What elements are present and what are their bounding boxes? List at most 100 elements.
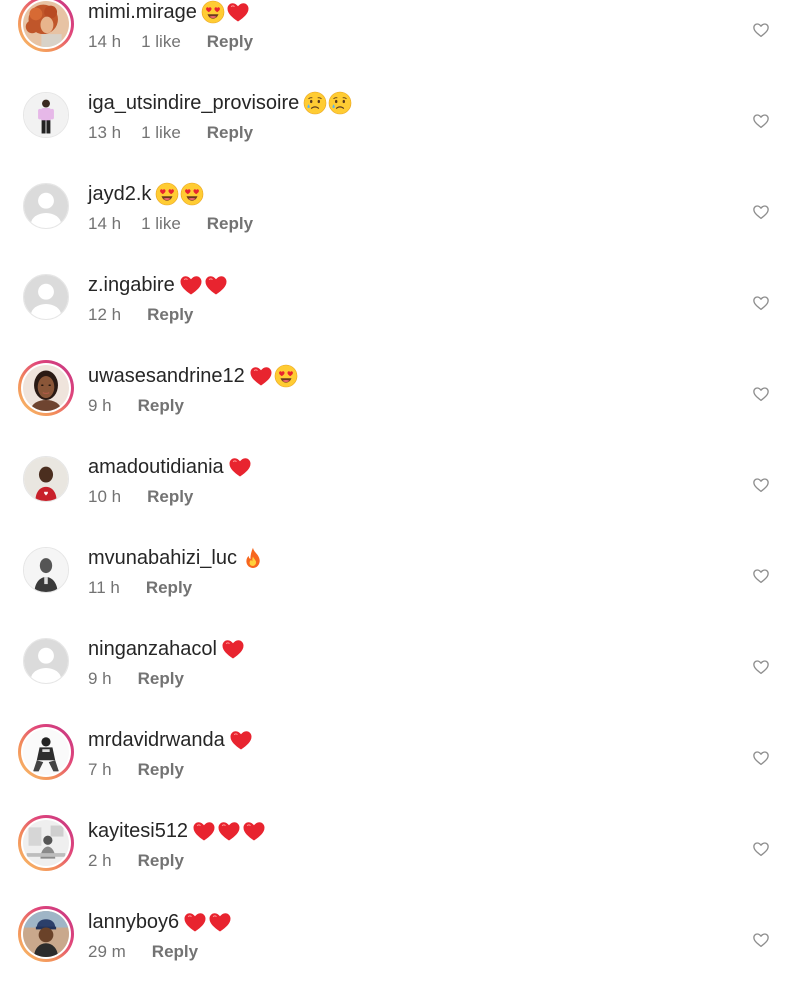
heart-outline-icon[interactable] xyxy=(752,931,772,951)
red-heart-icon xyxy=(249,364,273,388)
reply-button[interactable]: Reply xyxy=(146,578,192,598)
reply-button[interactable]: Reply xyxy=(138,669,184,689)
red-heart-icon xyxy=(192,819,216,843)
reply-button[interactable]: Reply xyxy=(207,32,253,52)
comment-row: ninganzahacol 9 h Reply xyxy=(0,620,800,711)
comment-row: ♥ amadoutidiania 10 h Reply xyxy=(0,438,800,529)
red-heart-icon xyxy=(228,455,252,479)
comment-text xyxy=(182,910,232,934)
reply-button[interactable]: Reply xyxy=(207,214,253,234)
comment-text xyxy=(178,273,228,297)
red-heart-icon xyxy=(208,910,232,934)
comment-username[interactable]: mrdavidrwanda xyxy=(88,728,225,752)
red-heart-icon xyxy=(221,637,245,661)
avatar[interactable]: ♥ xyxy=(18,451,74,507)
red-heart-icon xyxy=(242,819,266,843)
avatar[interactable] xyxy=(18,724,74,780)
heart-eyes-icon xyxy=(155,182,179,206)
comment-timestamp[interactable]: 29 m xyxy=(88,942,126,962)
heart-outline-icon[interactable] xyxy=(752,567,772,587)
comment-username[interactable]: iga_utsindire_provisoire xyxy=(88,91,299,115)
comment-timestamp[interactable]: 14 h xyxy=(88,214,121,234)
comment-text xyxy=(191,819,266,843)
comment-username[interactable]: mvunabahizi_luc xyxy=(88,546,237,570)
comment-timestamp[interactable]: 12 h xyxy=(88,305,121,325)
avatar[interactable] xyxy=(18,906,74,962)
comment-username[interactable]: z.ingabire xyxy=(88,273,175,297)
comment-timestamp[interactable]: 9 h xyxy=(88,669,112,689)
avatar[interactable] xyxy=(18,0,74,52)
red-heart-icon xyxy=(204,273,228,297)
avatar[interactable] xyxy=(18,542,74,598)
comment-timestamp[interactable]: 2 h xyxy=(88,851,112,871)
sad-tear-icon xyxy=(303,91,327,115)
avatar[interactable] xyxy=(18,360,74,416)
comment-timestamp[interactable]: 11 h xyxy=(88,578,120,598)
comment-timestamp[interactable]: 14 h xyxy=(88,32,121,52)
fire-icon xyxy=(241,546,265,570)
reply-button[interactable]: Reply xyxy=(138,396,184,416)
red-heart-icon xyxy=(179,273,203,297)
comment-row: iga_utsindire_provisoire 13 h 1 like Reply xyxy=(0,74,800,165)
heart-outline-icon[interactable] xyxy=(752,21,772,41)
avatar[interactable] xyxy=(18,87,74,143)
comment-text xyxy=(200,0,250,24)
comment-username[interactable]: amadoutidiania xyxy=(88,455,224,479)
comment-username[interactable]: ninganzahacol xyxy=(88,637,217,661)
comment-username[interactable]: uwasesandrine12 xyxy=(88,364,245,388)
comment-text xyxy=(248,364,298,388)
comment-text xyxy=(228,728,253,752)
red-heart-icon xyxy=(226,0,250,24)
comment-like-count[interactable]: 1 like xyxy=(141,214,181,234)
heart-outline-icon[interactable] xyxy=(752,203,772,223)
comment-username[interactable]: jayd2.k xyxy=(88,182,151,206)
comment-text xyxy=(227,455,252,479)
comment-list: mimi.mirage 14 h1 like Reply iga_utsindire_… xyxy=(0,0,800,980)
svg-text:♥: ♥ xyxy=(44,492,49,498)
comment-row: mvunabahizi_luc 11 h Reply xyxy=(0,529,800,620)
red-heart-icon xyxy=(229,728,253,752)
comment-username[interactable]: kayitesi512 xyxy=(88,819,188,843)
avatar[interactable] xyxy=(18,633,74,689)
comment-row: z.ingabire 12 h Reply xyxy=(0,256,800,347)
sad-tear-icon xyxy=(328,91,352,115)
comment-row: uwasesandrine12 9 h Reply xyxy=(0,347,800,438)
red-heart-icon xyxy=(183,910,207,934)
comment-username[interactable]: lannyboy6 xyxy=(88,910,179,934)
comment-text xyxy=(240,546,265,570)
comment-text xyxy=(302,91,352,115)
heart-outline-icon[interactable] xyxy=(752,294,772,314)
comment-row: jayd2.k 14 h 1 like Reply xyxy=(0,165,800,256)
comment-timestamp[interactable]: 9 h xyxy=(88,396,112,416)
heart-eyes-icon xyxy=(274,364,298,388)
reply-button[interactable]: Reply xyxy=(152,942,198,962)
heart-outline-icon[interactable] xyxy=(752,112,772,132)
heart-outline-icon[interactable] xyxy=(752,658,772,678)
comment-like-count[interactable]: 1 like xyxy=(141,123,181,143)
comment-text xyxy=(220,637,245,661)
reply-button[interactable]: Reply xyxy=(147,487,193,507)
reply-button[interactable]: Reply xyxy=(147,305,193,325)
avatar[interactable] xyxy=(18,269,74,325)
comment-timestamp[interactable]: 10 h xyxy=(88,487,121,507)
reply-button[interactable]: Reply xyxy=(138,851,184,871)
comment-like-count[interactable]: 1 like xyxy=(141,32,181,52)
heart-outline-icon[interactable] xyxy=(752,749,772,769)
avatar[interactable] xyxy=(18,178,74,234)
comment-row: mimi.mirage 14 h 1 like Reply xyxy=(0,0,800,74)
heart-outline-icon[interactable] xyxy=(752,476,772,496)
comment-timestamp[interactable]: 7 h xyxy=(88,760,112,780)
red-heart-icon xyxy=(217,819,241,843)
reply-button[interactable]: Reply xyxy=(207,123,253,143)
reply-button[interactable]: Reply xyxy=(138,760,184,780)
comment-row: mrdavidrwanda 7 h Reply xyxy=(0,711,800,802)
heart-eyes-icon xyxy=(201,0,225,24)
comment-username[interactable]: mimi.mirage xyxy=(88,0,197,24)
comment-text xyxy=(154,182,204,206)
avatar[interactable] xyxy=(18,815,74,871)
comment-timestamp[interactable]: 13 h xyxy=(88,123,121,143)
heart-outline-icon[interactable] xyxy=(752,840,772,860)
comment-row: kayitesi512 2 h Reply xyxy=(0,802,800,893)
heart-outline-icon[interactable] xyxy=(752,385,772,405)
comment-row: lannyboy6 29 m Reply xyxy=(0,893,800,984)
